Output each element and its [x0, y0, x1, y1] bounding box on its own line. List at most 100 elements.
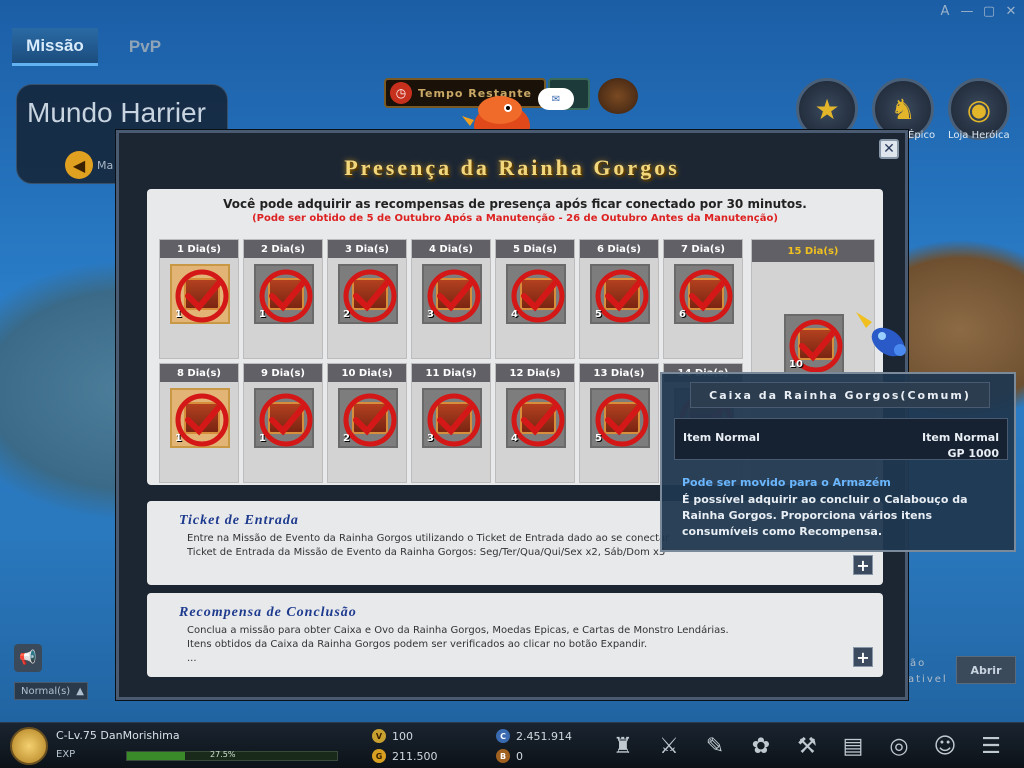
- coin-icon[interactable]: ◎: [882, 729, 916, 763]
- reward-slot[interactable]: 2: [338, 388, 398, 448]
- side-note: ão ativel: [908, 656, 948, 688]
- day-label: 5 Dia(s): [496, 240, 574, 258]
- reward-slot[interactable]: 10: [784, 314, 844, 374]
- day-label: 3 Dia(s): [328, 240, 406, 258]
- day-card: 5 Dia(s) 4: [495, 239, 575, 359]
- menu-icon[interactable]: ☰: [974, 729, 1008, 763]
- day-label: 12 Dia(s): [496, 364, 574, 382]
- vp-stat: V 100: [372, 729, 413, 743]
- character-icon[interactable]: ♜: [606, 729, 640, 763]
- day-label: 7 Dia(s): [664, 240, 742, 258]
- back-arrow-icon[interactable]: ◀: [65, 151, 93, 179]
- info-sub: (Pode ser obtido de 5 de Outubro Após a …: [252, 213, 778, 224]
- reward-quantity: 6: [679, 309, 686, 320]
- cp-icon: C: [496, 729, 510, 743]
- reward-slot[interactable]: 3: [422, 264, 482, 324]
- avatar[interactable]: [10, 727, 48, 765]
- day-card: 2 Dia(s) 1: [243, 239, 323, 359]
- close-icon[interactable]: ✕: [879, 139, 899, 159]
- cp-stat: C 2.451.914: [496, 729, 572, 743]
- shop-icon[interactable]: ✿: [744, 729, 778, 763]
- reward-quantity: 4: [511, 309, 518, 320]
- triangle-up-icon: ▲: [76, 685, 84, 697]
- item-tooltip: Caixa da Rainha Gorgos(Comum) Item Norma…: [660, 372, 1016, 552]
- reward-quantity: 5: [595, 309, 602, 320]
- reward-quantity: 3: [427, 433, 434, 444]
- expand-button[interactable]: +: [853, 555, 873, 575]
- bc-stat: B0: [496, 749, 523, 763]
- reward-quantity: 1: [259, 433, 266, 444]
- maximize-button[interactable]: ▢: [982, 4, 996, 19]
- tooltip-gp: GP 1000: [947, 447, 999, 460]
- day-card: 4 Dia(s) 3: [411, 239, 491, 359]
- tooltip-storage: Pode ser movido para o Armazém: [682, 476, 891, 489]
- book-icon[interactable]: ▤: [836, 729, 870, 763]
- tab-pvp[interactable]: PvP: [102, 28, 188, 66]
- side-note-line1: ão: [910, 658, 927, 669]
- vp-icon: V: [372, 729, 386, 743]
- day-card: 11 Dia(s) 3: [411, 363, 491, 483]
- skill-icon[interactable]: ✎: [698, 729, 732, 763]
- day-card: 12 Dia(s) 4: [495, 363, 575, 483]
- tooltip-title: Caixa da Rainha Gorgos(Comum): [690, 382, 990, 408]
- reward-quantity: 2: [343, 309, 350, 320]
- day-label: 13 Dia(s): [580, 364, 658, 382]
- day-label: 1 Dia(s): [160, 240, 238, 258]
- guild-icon[interactable]: ☺: [928, 729, 962, 763]
- clock-icon: ◷: [390, 82, 412, 104]
- expand-button[interactable]: +: [853, 647, 873, 667]
- reward-slot[interactable]: 4: [506, 388, 566, 448]
- reward-slot[interactable]: 5: [590, 388, 650, 448]
- rocket-cursor-icon: [856, 312, 906, 357]
- abrir-button[interactable]: Abrir: [956, 656, 1016, 684]
- bc-value: 0: [516, 749, 523, 763]
- tooltip-description: É possível adquirir ao concluir o Calabo…: [682, 493, 968, 538]
- days-grid: 1 Dia(s) 1 2 Dia(s) 1 3 Dia(s) 2 4 Dia(s) 3 5 Di…: [159, 239, 743, 483]
- hud-menu: ♜ ⚔ ✎ ✿ ⚒ ▤ ◎ ☺ ☰: [606, 729, 1008, 763]
- day-card: 6 Dia(s) 5: [579, 239, 659, 359]
- tab-missao[interactable]: Missão: [12, 28, 98, 66]
- auction-icon[interactable]: ⚒: [790, 729, 824, 763]
- close-window-button[interactable]: ✕: [1004, 4, 1018, 19]
- tooltip-type-left: Item Normal: [683, 431, 760, 444]
- day-card: 1 Dia(s) 1: [159, 239, 239, 359]
- exp-fill: [127, 752, 185, 760]
- cp-value: 2.451.914: [516, 729, 572, 743]
- megaphone-icon[interactable]: 📢: [14, 644, 42, 672]
- reward-slot[interactable]: 1: [254, 264, 314, 324]
- swords-icon[interactable]: ⚔: [652, 729, 686, 763]
- section-line: ...: [187, 653, 197, 664]
- reward-slot[interactable]: 1: [254, 388, 314, 448]
- reward-slot[interactable]: 1: [170, 264, 230, 324]
- mode-tabs: Missão PvP: [12, 28, 188, 66]
- bull-icon[interactable]: [598, 78, 638, 114]
- day-label: 11 Dia(s): [412, 364, 490, 382]
- day-label: 2 Dia(s): [244, 240, 322, 258]
- reward-quantity: 1: [175, 309, 182, 320]
- heroic-shop-label: Loja Heróica: [948, 130, 1010, 141]
- gp-value: 211.500: [392, 749, 438, 763]
- reward-slot[interactable]: 2: [338, 264, 398, 324]
- day-label: 8 Dia(s): [160, 364, 238, 382]
- minimize-button[interactable]: —: [960, 4, 974, 19]
- epic-label: Épico: [908, 130, 936, 141]
- reward-slot[interactable]: 6: [674, 264, 734, 324]
- reward-quantity: 1: [175, 433, 182, 444]
- day-card: 10 Dia(s) 2: [327, 363, 407, 483]
- reward-quantity: 4: [511, 433, 518, 444]
- day-card: 9 Dia(s) 1: [243, 363, 323, 483]
- back-label: Ma: [97, 159, 114, 172]
- filter-select[interactable]: Normal(s) ▲: [14, 682, 88, 700]
- reward-slot[interactable]: 5: [590, 264, 650, 324]
- day-label: 9 Dia(s): [244, 364, 322, 382]
- reward-quantity: 2: [343, 433, 350, 444]
- reward-slot[interactable]: 4: [506, 264, 566, 324]
- player-level: C-Lv.75 DanMorishima: [56, 729, 180, 742]
- reward-section: Recompensa de Conclusão Conclua a missão…: [147, 593, 883, 677]
- reward-slot[interactable]: 1: [170, 388, 230, 448]
- side-note-line2: ativel: [908, 674, 948, 685]
- tooltip-type-right: Item Normal: [922, 431, 999, 444]
- bottom-hud: C-Lv.75 DanMorishima EXP 27.5% V 100 G 211…: [0, 722, 1024, 768]
- reward-slot[interactable]: 3: [422, 388, 482, 448]
- accessibility-button[interactable]: A: [938, 4, 952, 19]
